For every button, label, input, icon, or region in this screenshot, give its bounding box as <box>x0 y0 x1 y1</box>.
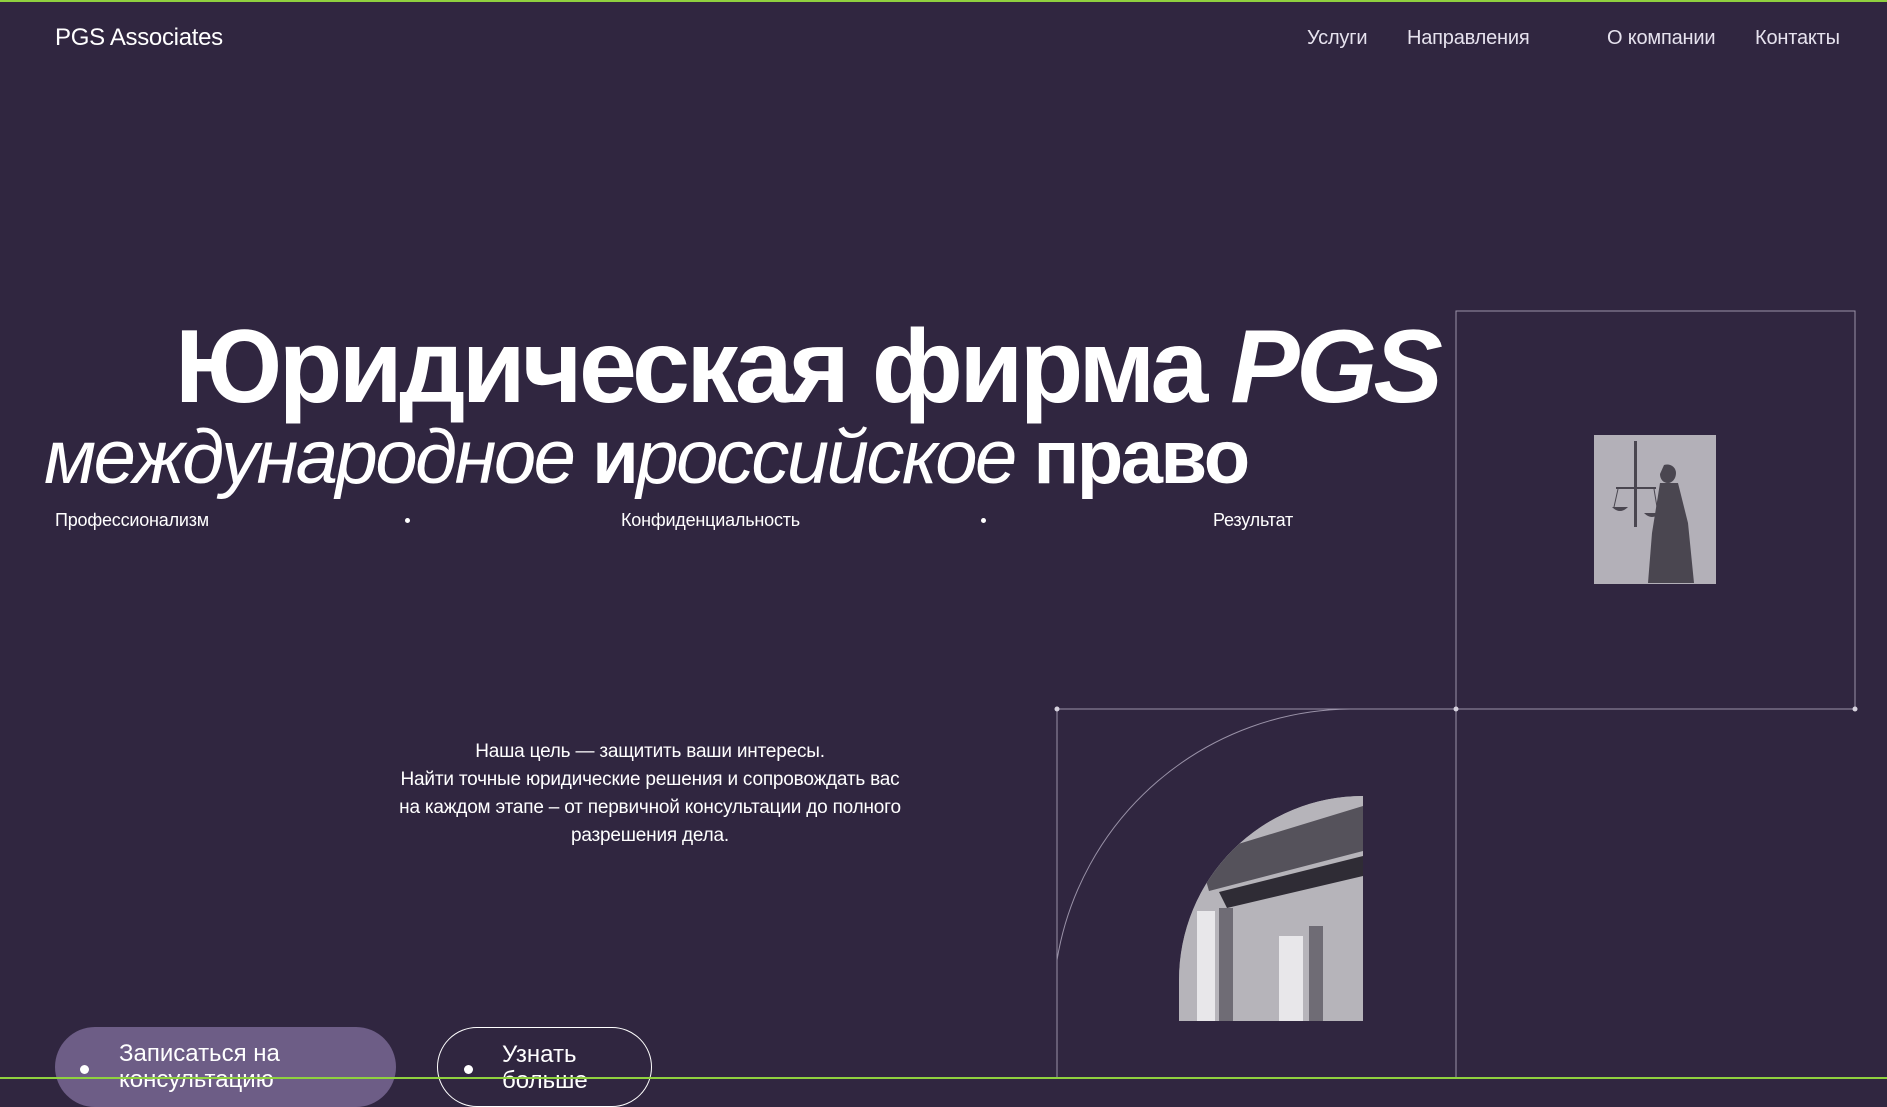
button-dot-icon <box>80 1065 89 1074</box>
hero-subtitle: международное ироссийское право <box>44 420 1250 496</box>
logo[interactable]: PGS Associates <box>55 24 223 52</box>
button-dot-icon <box>464 1065 473 1074</box>
value-result: Результат <box>1213 510 1294 530</box>
subtitle-international: международное <box>44 415 576 500</box>
nav-item-contacts[interactable]: Контакты <box>1755 27 1840 50</box>
value-separator-dot <box>405 518 410 523</box>
nav-item-directions[interactable]: Направления <box>1407 27 1530 50</box>
nav-item-about[interactable]: О компании <box>1607 27 1716 50</box>
value-separator-dot <box>981 518 986 523</box>
book-consultation-button[interactable]: Записаться на консультацию <box>55 1027 396 1107</box>
nav-item-services[interactable]: Услуги <box>1307 27 1368 50</box>
hero-title: Юридическая фирма PGS <box>175 315 1443 419</box>
description-line: Найти точные юридические решения и сопро… <box>400 769 900 790</box>
learn-more-label: Узнать больше <box>502 1041 588 1094</box>
courthouse-image <box>1179 796 1363 1021</box>
learn-more-button[interactable]: Узнать больше <box>437 1027 652 1107</box>
value-professionalism: Профессионализм <box>55 510 209 530</box>
book-consultation-label: Записаться на консультацию <box>119 1040 280 1093</box>
hero-description: Наша цель — защитить ваши интересы. Найт… <box>360 738 940 850</box>
courthouse-icon <box>1179 796 1363 1021</box>
hero-title-main: Юридическая фирма <box>175 309 1208 425</box>
subtitle-and: и <box>592 415 639 500</box>
description-line: Наша цель — защитить ваши интересы. <box>475 741 825 762</box>
lady-justice-image <box>1594 435 1716 584</box>
hero-title-brand: PGS <box>1230 309 1443 425</box>
subtitle-law: право <box>1033 415 1250 500</box>
description-line: разрешения дела. <box>570 825 729 846</box>
subtitle-russian: российское <box>636 415 1017 500</box>
lady-justice-icon <box>1594 435 1716 584</box>
value-confidentiality: Конфиденциальность <box>621 510 800 530</box>
description-line: на каждом этапе – от первичной консульта… <box>399 797 901 818</box>
top-accent-line <box>0 0 1887 2</box>
